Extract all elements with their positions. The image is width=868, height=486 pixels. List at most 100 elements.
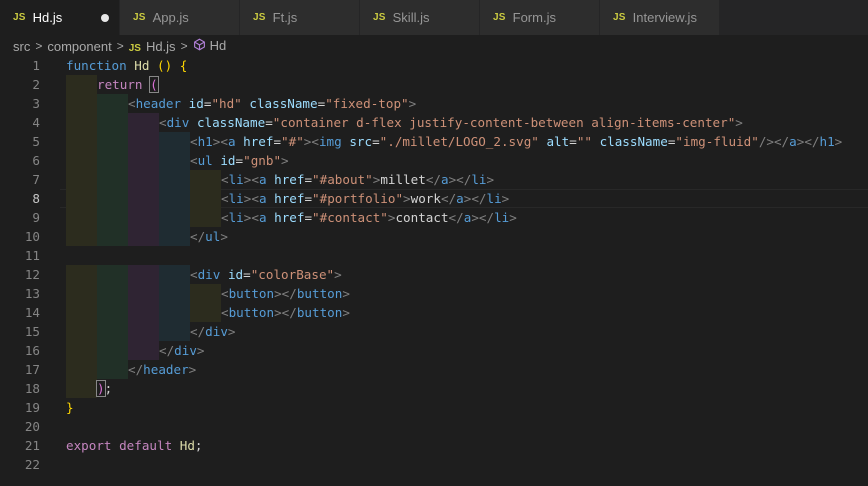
tab-ft-js[interactable]: JS Ft.js [240, 0, 360, 35]
indent-guide [128, 227, 159, 246]
breadcrumb-folder-component[interactable]: component [47, 39, 111, 54]
code-line[interactable]: 10 </ul> [0, 227, 868, 246]
code-token: default [119, 438, 180, 453]
code-token: < [221, 305, 229, 320]
tab-skill-js[interactable]: JS Skill.js [360, 0, 480, 35]
code-token: = [265, 115, 273, 130]
code-token: a [789, 134, 797, 149]
code-token: = [372, 134, 380, 149]
indent-guide [159, 322, 190, 341]
indent-guide [128, 208, 159, 227]
indent-guide [97, 322, 128, 341]
tab-hd-js[interactable]: JS Hd.js [0, 0, 120, 35]
code-token: > [220, 229, 228, 244]
code-token: >< [243, 172, 259, 187]
code-token: "" [576, 134, 600, 149]
code-token: </ [159, 343, 175, 358]
code-text: return ( [97, 75, 159, 94]
indent-guide [66, 284, 97, 303]
code-line[interactable]: 11 [0, 246, 868, 265]
code-line[interactable]: 20 [0, 417, 868, 436]
code-editor[interactable]: 1 function Hd () {2 return (3 <header id="h… [0, 56, 868, 486]
tab-form-js[interactable]: JS Form.js [480, 0, 600, 35]
code-text: export default Hd; [66, 436, 203, 455]
line-number: 11 [24, 248, 40, 263]
line-number: 22 [24, 457, 40, 472]
code-token: header [143, 362, 189, 377]
code-token: contact [395, 210, 449, 225]
indent-guide [66, 94, 97, 113]
code-line[interactable]: 7 <li><a href="#about">millet</a></li> [0, 170, 868, 189]
code-token: return [97, 77, 151, 92]
code-token: () { [157, 58, 188, 73]
code-token: < [221, 172, 229, 187]
code-token: > [342, 286, 350, 301]
indent-guide [66, 265, 97, 284]
code-line[interactable]: 1 function Hd () { [0, 56, 868, 75]
indent-guide [190, 284, 221, 303]
line-number: 10 [24, 229, 40, 244]
code-token: < [159, 115, 167, 130]
code-token: > [196, 343, 205, 358]
code-line[interactable]: 6 <ul id="gnb"> [0, 151, 868, 170]
code-line[interactable]: 2 return ( [0, 75, 868, 94]
code-line[interactable]: 21 export default Hd; [0, 436, 868, 455]
breadcrumb-file-label: Hd.js [145, 38, 176, 54]
code-token: >< [243, 191, 259, 206]
code-line[interactable]: 19} [0, 398, 868, 417]
code-token: > [408, 96, 417, 111]
breadcrumb-symbol-label: Hd [209, 37, 227, 53]
breadcrumb-file[interactable]: JS Hd.js [129, 39, 176, 54]
code-token: className [599, 134, 668, 149]
code-line[interactable]: 5 <h1><a href="#"><img src="./millet/LOGO… [0, 132, 868, 151]
code-token: > [834, 134, 843, 149]
unsaved-dot-icon[interactable] [101, 14, 109, 22]
code-line[interactable]: 12 <div id="colorBase"> [0, 265, 868, 284]
indent-guide [128, 170, 159, 189]
line-number: 16 [24, 343, 40, 358]
indent-guide [66, 360, 97, 379]
code-line[interactable]: 15 </div> [0, 322, 868, 341]
code-text: <div id="colorBase"> [190, 265, 342, 284]
code-line[interactable]: 17 </header> [0, 360, 868, 379]
breadcrumb-separator: > [35, 39, 43, 53]
breadcrumb-folder-src[interactable]: src [13, 39, 30, 54]
code-line[interactable]: 18); [0, 379, 868, 398]
breadcrumb-separator: > [116, 39, 124, 53]
code-line[interactable]: 4 <div className="container d-flex justif… [0, 113, 868, 132]
code-token: ) [96, 380, 106, 397]
indent-guide [128, 189, 159, 208]
code-token: </ [448, 210, 464, 225]
code-line[interactable]: 3 <header id="hd" className="fixed-top"> [0, 94, 868, 113]
breadcrumb-symbol[interactable]: Hd [193, 37, 227, 55]
code-token: = [304, 191, 313, 206]
code-token: href [243, 134, 274, 149]
code-text: </div> [190, 322, 236, 341]
tab-interview-js[interactable]: JS Interview.js [600, 0, 720, 35]
indent-guide [128, 284, 159, 303]
code-token: href [274, 210, 305, 225]
code-token: ></ [274, 305, 297, 320]
code-token: ul [205, 229, 221, 244]
code-token: = [243, 267, 251, 282]
indent-guide [159, 208, 190, 227]
line-number: 8 [32, 191, 40, 206]
code-line[interactable]: 22 [0, 455, 868, 474]
code-token: img [318, 134, 350, 149]
code-line[interactable]: 8 <li><a href="#portfolio">work</a></li> [0, 189, 868, 208]
code-text: </ul> [190, 227, 228, 246]
code-line[interactable]: 13 <button></button> [0, 284, 868, 303]
indent-guide [97, 265, 128, 284]
code-token: ></ [796, 134, 820, 149]
code-token: < [221, 286, 229, 301]
code-token: id [188, 96, 204, 111]
code-line[interactable]: 9 <li><a href="#contact">contact</a></li> [0, 208, 868, 227]
code-line[interactable]: 14 <button></button> [0, 303, 868, 322]
indent-guide [66, 75, 97, 94]
code-token: } [66, 400, 74, 415]
tab-app-js[interactable]: JS App.js [120, 0, 240, 35]
code-line[interactable]: 16 </div> [0, 341, 868, 360]
code-token: = [304, 210, 313, 225]
code-token: id [220, 153, 236, 168]
code-token: "container d-flex justify-content-betwee… [272, 115, 736, 130]
